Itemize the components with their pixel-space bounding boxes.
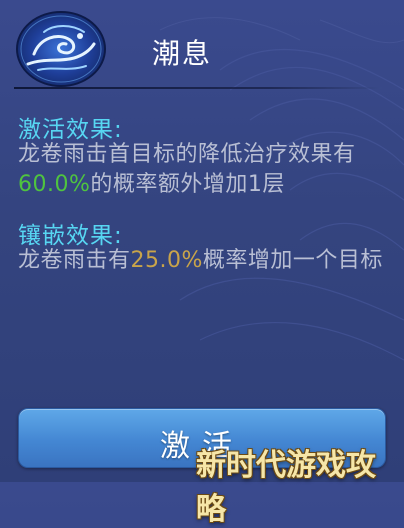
header-divider [14,87,382,89]
inlay-desc-value: 25.0% [130,248,203,273]
tooltip-header: 潮息 [0,0,404,98]
watermark-text: 新时代游戏攻略 [196,448,376,527]
item-title: 潮息 [152,37,213,70]
inlay-effect-description: 龙卷雨击有25.0%概率增加一个目标 [18,246,388,276]
wave-emblem-icon [16,11,106,87]
inlay-desc-post: 概率增加一个目标 [202,248,383,273]
activation-desc-post: 的概率额外增加1层 [90,172,285,197]
activation-effect-description: 龙卷雨击首目标的降低治疗效果有 60.0%的概率额外增加1层 [18,140,388,200]
activation-effect-label: 激活效果: [18,117,123,143]
activation-desc-value: 60.0% [18,172,91,197]
activation-desc-pre: 龙卷雨击首目标的降低治疗效果有 [18,142,356,167]
inlay-effect-label: 镶嵌效果: [18,223,123,249]
inlay-desc-pre: 龙卷雨击有 [18,248,131,273]
